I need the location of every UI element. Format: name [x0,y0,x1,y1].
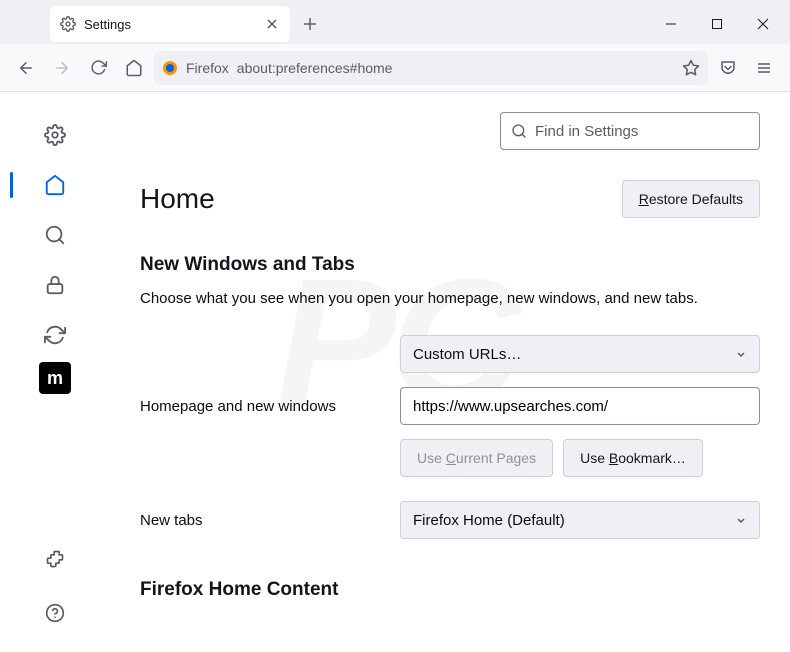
close-tab-icon[interactable] [264,16,280,32]
reload-button[interactable] [82,52,114,84]
bookmark-star-icon[interactable] [682,59,700,77]
main-content: Find in Settings Home Restore Defaults N… [110,92,790,652]
select-value: Custom URLs… [413,346,521,363]
section2-title: Firefox Home Content [140,579,760,601]
toolbar: Firefox about:preferences#home [0,44,790,92]
window-controls [648,4,786,44]
settings-search-input[interactable]: Find in Settings [500,112,760,150]
use-current-pages-button[interactable]: Use Current Pages [400,439,553,477]
chevron-down-icon [735,348,747,360]
sidebar-item-extensions[interactable] [34,536,76,582]
sidebar-item-general[interactable] [34,112,76,158]
close-window-button[interactable] [740,4,786,44]
menu-button[interactable] [748,52,780,84]
homepage-label: Homepage and new windows [140,398,380,415]
section-description: Choose what you see when you open your h… [140,290,760,307]
use-bookmark-button[interactable]: Use Bookmark… [563,439,703,477]
page-title: Home [140,183,215,215]
minimize-button[interactable] [648,4,694,44]
home-button[interactable] [118,52,150,84]
homepage-url-field[interactable] [413,398,747,415]
url-identity: Firefox [186,60,229,76]
maximize-button[interactable] [694,4,740,44]
sidebar-item-mozilla[interactable]: m [39,362,71,394]
firefox-logo-icon [162,60,178,76]
select-value: Firefox Home (Default) [413,512,565,529]
chevron-down-icon [735,514,747,526]
sidebar-item-help[interactable] [34,590,76,636]
sidebar-item-sync[interactable] [34,312,76,358]
tab-title: Settings [84,17,256,32]
url-text: about:preferences#home [237,60,674,76]
sidebar-item-search[interactable] [34,212,76,258]
homepage-mode-select[interactable]: Custom URLs… [400,335,760,373]
back-button[interactable] [10,52,42,84]
section-title: New Windows and Tabs [140,254,760,276]
url-bar[interactable]: Firefox about:preferences#home [154,51,708,85]
sidebar-item-privacy[interactable] [34,262,76,308]
new-tab-button[interactable] [294,8,326,40]
newtabs-select[interactable]: Firefox Home (Default) [400,501,760,539]
search-icon [511,123,527,139]
browser-tab[interactable]: Settings [50,6,290,42]
gear-icon [60,16,76,32]
sidebar-item-home[interactable] [34,162,76,208]
restore-defaults-button[interactable]: Restore Defaults [622,180,760,218]
pocket-button[interactable] [712,52,744,84]
homepage-url-input[interactable] [400,387,760,425]
forward-button[interactable] [46,52,78,84]
search-placeholder: Find in Settings [535,123,638,140]
title-bar: Settings [0,0,790,44]
newtabs-label: New tabs [140,512,380,529]
sidebar: m [0,92,110,652]
